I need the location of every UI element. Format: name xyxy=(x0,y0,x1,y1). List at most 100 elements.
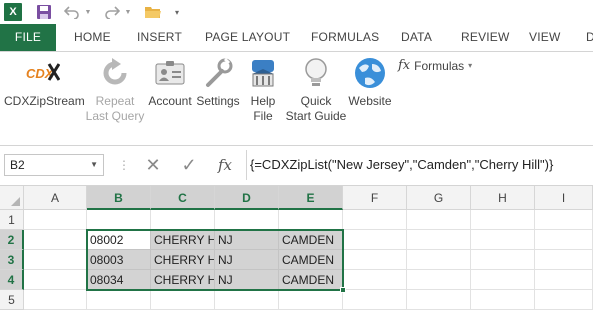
cell-a5[interactable] xyxy=(24,290,87,310)
cell-e2[interactable]: CAMDEN xyxy=(279,230,343,250)
name-box[interactable]: B2 ▼ xyxy=(4,154,104,176)
cell-d5[interactable] xyxy=(215,290,279,310)
insert-function-icon[interactable]: fx xyxy=(212,152,238,178)
excel-logo-icon[interactable]: X xyxy=(4,3,22,21)
open-folder-icon[interactable] xyxy=(144,2,162,22)
tab-review[interactable]: REVIEW xyxy=(461,24,510,51)
tab-developer[interactable]: D xyxy=(586,24,593,51)
website-button[interactable]: Website xyxy=(346,56,394,109)
cell-e3[interactable]: CAMDEN xyxy=(279,250,343,270)
cell-h1[interactable] xyxy=(471,210,535,230)
cell-g3[interactable] xyxy=(407,250,471,270)
column-header-c[interactable]: C xyxy=(151,186,215,210)
cell-i4[interactable] xyxy=(535,270,593,290)
customize-toolbar-icon[interactable]: ▾ xyxy=(172,2,182,22)
cell-a2[interactable] xyxy=(24,230,87,250)
cell-a1[interactable] xyxy=(24,210,87,230)
column-header-f[interactable]: F xyxy=(343,186,407,210)
quick-label-line2: Start Guide xyxy=(285,109,347,123)
formula-bar-grip-icon[interactable]: ⋮ xyxy=(118,156,130,174)
cell-g1[interactable] xyxy=(407,210,471,230)
cell-c1[interactable] xyxy=(151,210,215,230)
cell-c2[interactable]: CHERRY HILL xyxy=(151,230,215,250)
row-header-5[interactable]: 5 xyxy=(0,290,24,310)
cell-d1[interactable] xyxy=(215,210,279,230)
cell-h2[interactable] xyxy=(471,230,535,250)
cell-f5[interactable] xyxy=(343,290,407,310)
column-header-d[interactable]: D xyxy=(215,186,279,210)
undo-dropdown-icon[interactable]: ▼ xyxy=(84,2,92,22)
cell-e1[interactable] xyxy=(279,210,343,230)
id-card-icon xyxy=(153,56,187,90)
column-header-i[interactable]: I xyxy=(535,186,593,210)
quick-start-guide-button[interactable]: Quick Start Guide xyxy=(284,56,348,124)
redo-dropdown-icon[interactable]: ▼ xyxy=(124,2,132,22)
cell-b5[interactable] xyxy=(87,290,151,310)
cell-c3[interactable]: CHERRY HILL xyxy=(151,250,215,270)
cell-h3[interactable] xyxy=(471,250,535,270)
cell-g2[interactable] xyxy=(407,230,471,250)
row-header-4[interactable]: 4 xyxy=(0,270,24,290)
cell-d2[interactable]: NJ xyxy=(215,230,279,250)
row-header-2[interactable]: 2 xyxy=(0,230,24,250)
cell-f3[interactable] xyxy=(343,250,407,270)
cell-e5[interactable] xyxy=(279,290,343,310)
cell-b2[interactable]: 08002 xyxy=(87,230,151,250)
tab-home[interactable]: HOME xyxy=(74,24,111,51)
column-header-g[interactable]: G xyxy=(407,186,471,210)
cell-c4[interactable]: CHERRY HILL xyxy=(151,270,215,290)
cell-i1[interactable] xyxy=(535,210,593,230)
cell-i5[interactable] xyxy=(535,290,593,310)
cell-g5[interactable] xyxy=(407,290,471,310)
enter-icon[interactable]: ✓ xyxy=(176,152,202,178)
row-header-1[interactable]: 1 xyxy=(0,210,24,230)
fill-handle[interactable] xyxy=(340,287,346,293)
formulas-label: Formulas xyxy=(414,58,465,73)
select-all-triangle-icon xyxy=(11,197,20,206)
cell-h4[interactable] xyxy=(471,270,535,290)
tab-view[interactable]: VIEW xyxy=(529,24,560,51)
column-header-e[interactable]: E xyxy=(279,186,343,210)
tab-page-layout[interactable]: PAGE LAYOUT xyxy=(205,24,290,51)
repeat-last-query-button[interactable]: Repeat Last Query xyxy=(84,56,146,124)
cell-d4[interactable]: NJ xyxy=(215,270,279,290)
tab-insert[interactable]: INSERT xyxy=(137,24,182,51)
cell-b3[interactable]: 08003 xyxy=(87,250,151,270)
cell-f1[interactable] xyxy=(343,210,407,230)
redo-icon[interactable] xyxy=(104,2,120,22)
save-icon[interactable] xyxy=(36,2,52,22)
cell-i3[interactable] xyxy=(535,250,593,270)
repeat-icon xyxy=(98,56,132,90)
cell-i2[interactable] xyxy=(535,230,593,250)
cell-f2[interactable] xyxy=(343,230,407,250)
settings-button[interactable]: Settings xyxy=(196,56,240,109)
column-header-a[interactable]: A xyxy=(24,186,87,210)
row-header-3[interactable]: 3 xyxy=(0,250,24,270)
cancel-icon[interactable]: ✕ xyxy=(140,152,166,178)
account-button[interactable]: Account xyxy=(145,56,195,109)
cdxzipstream-button[interactable]: CDX CDXZipStream xyxy=(4,56,85,109)
column-header-h[interactable]: H xyxy=(471,186,535,210)
cell-e4[interactable]: CAMDEN xyxy=(279,270,343,290)
cell-a3[interactable] xyxy=(24,250,87,270)
formula-input[interactable]: {=CDXZipList("New Jersey","Camden","Cher… xyxy=(250,154,553,176)
cell-b1[interactable] xyxy=(87,210,151,230)
cell-c5[interactable] xyxy=(151,290,215,310)
cell-g4[interactable] xyxy=(407,270,471,290)
website-label: Website xyxy=(348,94,392,108)
undo-icon[interactable] xyxy=(64,2,80,22)
cell-f4[interactable] xyxy=(343,270,407,290)
cell-d3[interactable]: NJ xyxy=(215,250,279,270)
tab-file[interactable]: FILE xyxy=(0,24,56,51)
tab-data[interactable]: DATA xyxy=(401,24,432,51)
tab-formulas[interactable]: FORMULAS xyxy=(311,24,379,51)
formulas-dropdown-button[interactable]: fx Formulas ▾ xyxy=(398,58,472,73)
name-box-dropdown-icon[interactable]: ▼ xyxy=(90,155,98,175)
help-file-button[interactable]: Help File xyxy=(242,56,284,124)
cell-a4[interactable] xyxy=(24,270,87,290)
column-header-b[interactable]: B xyxy=(87,186,151,210)
cell-b4[interactable]: 08034 xyxy=(87,270,151,290)
select-all-button[interactable] xyxy=(0,186,24,210)
cell-h5[interactable] xyxy=(471,290,535,310)
ribbon-tabs: FILE HOME INSERT PAGE LAYOUT FORMULAS DA… xyxy=(0,24,593,51)
